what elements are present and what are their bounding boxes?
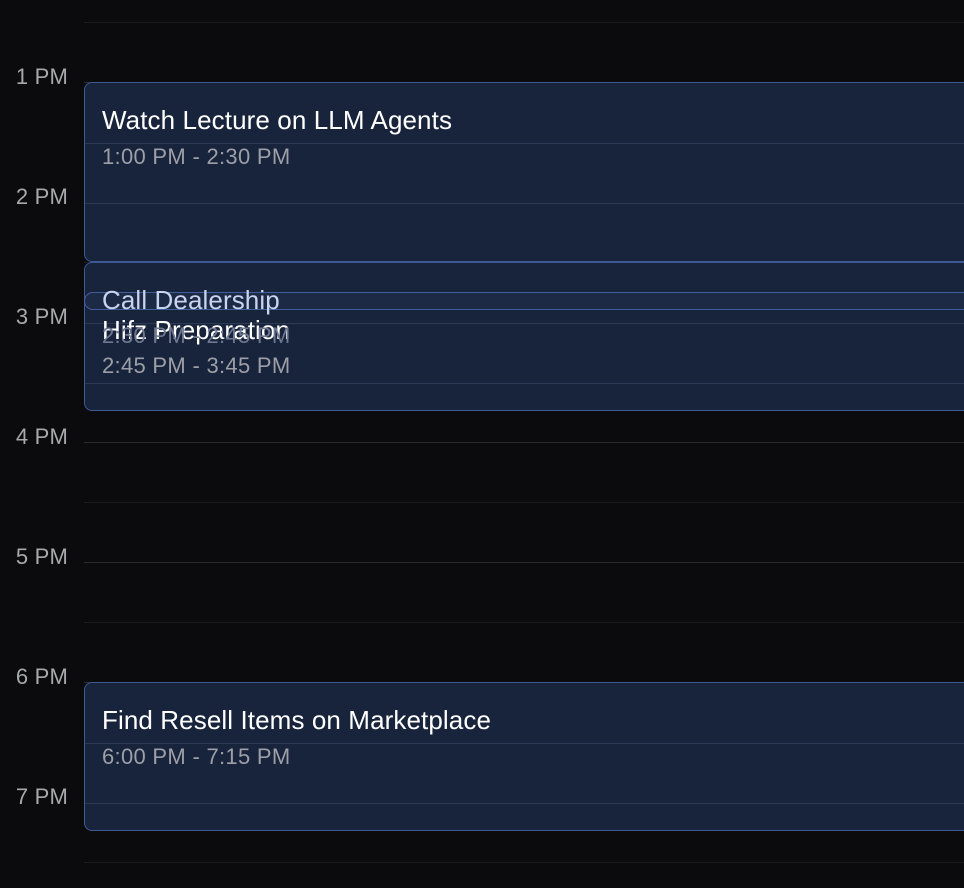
event-title: Watch Lecture on LLM Agents	[102, 105, 453, 135]
half-hour-gridline	[84, 622, 964, 623]
event-time: 2:30 PM - 2:45 PM	[102, 323, 291, 348]
event-time: 2:45 PM - 3:45 PM	[102, 353, 291, 378]
hour-gridline	[84, 562, 964, 563]
hour-label-2pm: 2 PM	[15, 184, 68, 209]
day-calendar-view[interactable]: 1 PM 2 PM 3 PM 4 PM 5 PM 6 PM 7 PM Watch…	[0, 0, 964, 888]
half-hour-gridline	[84, 502, 964, 503]
half-hour-gridline	[84, 862, 964, 863]
event-gridline	[85, 203, 964, 204]
event-watch-lecture[interactable]: Watch Lecture on LLM Agents 1:00 PM - 2:…	[84, 82, 964, 262]
hour-gridline	[84, 442, 964, 443]
event-title: Call Dealership	[102, 285, 280, 315]
half-hour-gridline	[84, 22, 964, 23]
event-title: Find Resell Items on Marketplace	[102, 705, 492, 735]
hour-label-6pm: 6 PM	[15, 664, 68, 689]
hour-label-4pm: 4 PM	[15, 424, 68, 449]
event-gridline	[85, 383, 964, 384]
event-find-resell-items[interactable]: Find Resell Items on Marketplace 6:00 PM…	[84, 682, 964, 831]
event-time: 1:00 PM - 2:30 PM	[102, 144, 291, 169]
event-gridline	[85, 803, 964, 804]
hour-label-1pm: 1 PM	[15, 64, 68, 89]
event-call-dealership[interactable]: Call Dealership 2:30 PM - 2:45 PM	[84, 285, 964, 348]
hour-label-3pm: 3 PM	[15, 304, 68, 329]
hour-label-5pm: 5 PM	[15, 544, 68, 569]
hour-label-7pm: 7 PM	[15, 784, 68, 809]
event-time: 6:00 PM - 7:15 PM	[102, 744, 291, 769]
